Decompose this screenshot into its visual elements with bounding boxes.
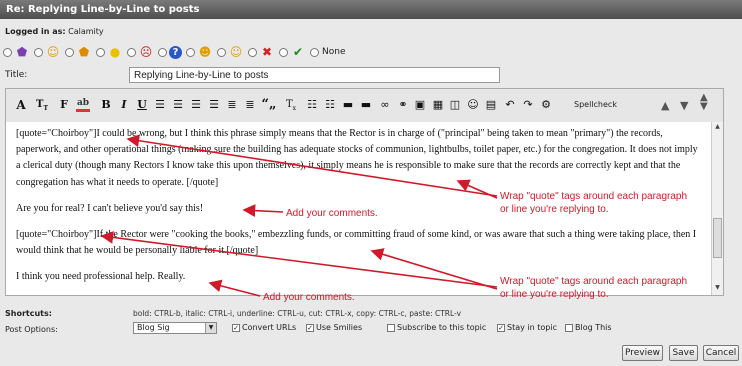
- arrow-wrap-1a: [126, 134, 498, 197]
- arrow-wrap-2a: [100, 231, 498, 288]
- checkbox-box[interactable]: [387, 323, 395, 332]
- annotation-wrap-quote-1: Wrap "quote" tags around each paragraph …: [500, 190, 687, 216]
- checkbox-box[interactable]: ✓: [497, 323, 505, 332]
- signature-select[interactable]: Blog Sig ▼: [133, 322, 217, 334]
- annotation-add-comments-1: Add your comments.: [286, 208, 378, 219]
- annotation-wrap-quote-2: Wrap "quote" tags around each paragraph …: [500, 275, 687, 301]
- preview-button[interactable]: Preview: [622, 345, 663, 361]
- checkbox-label: Convert URLs: [242, 323, 297, 332]
- annotation-wrap-quote-2-line1: Wrap "quote" tags around each paragraph: [500, 276, 688, 287]
- checkbox-box[interactable]: ✓: [306, 323, 314, 332]
- arrow-comments-2: [208, 279, 261, 297]
- convert-urls-checkbox[interactable]: ✓ Convert URLs: [232, 323, 296, 332]
- checkbox-box[interactable]: [565, 323, 573, 332]
- shortcuts-label: Shortcuts:: [5, 309, 52, 318]
- arrow-wrap-1b: [456, 179, 498, 199]
- cancel-button[interactable]: Cancel: [703, 345, 739, 361]
- use-smilies-checkbox[interactable]: ✓ Use Smilies: [306, 323, 362, 332]
- subscribe-topic-checkbox[interactable]: Subscribe to this topic: [387, 323, 486, 332]
- checkbox-label: Blog This: [575, 323, 612, 332]
- save-button[interactable]: Save: [669, 345, 698, 361]
- checkbox-label: Stay in topic: [507, 323, 557, 332]
- annotation-wrap-quote-1-line2: or line you're replying to.: [500, 204, 609, 215]
- stay-in-topic-checkbox[interactable]: ✓ Stay in topic: [497, 323, 557, 332]
- post-options-label: Post Options:: [5, 325, 58, 334]
- annotation-wrap-quote-1-line1: Wrap "quote" tags around each paragraph: [500, 191, 688, 202]
- signature-select-value: Blog Sig: [137, 323, 170, 332]
- checkbox-box[interactable]: ✓: [232, 323, 240, 332]
- annotation-wrap-quote-2-line2: or line you're replying to.: [500, 289, 609, 300]
- annotation-add-comments-2: Add your comments.: [263, 292, 355, 303]
- arrow-comments-1: [242, 204, 284, 217]
- shortcuts-text: bold: CTRL-b, italic: CTRL-i, underline:…: [133, 309, 462, 318]
- arrow-wrap-2b: [370, 248, 498, 290]
- checkbox-label: Subscribe to this topic: [397, 323, 487, 332]
- blog-this-checkbox[interactable]: Blog This: [565, 323, 612, 332]
- checkbox-label: Use Smilies: [316, 323, 363, 332]
- chevron-down-icon[interactable]: ▼: [205, 323, 216, 333]
